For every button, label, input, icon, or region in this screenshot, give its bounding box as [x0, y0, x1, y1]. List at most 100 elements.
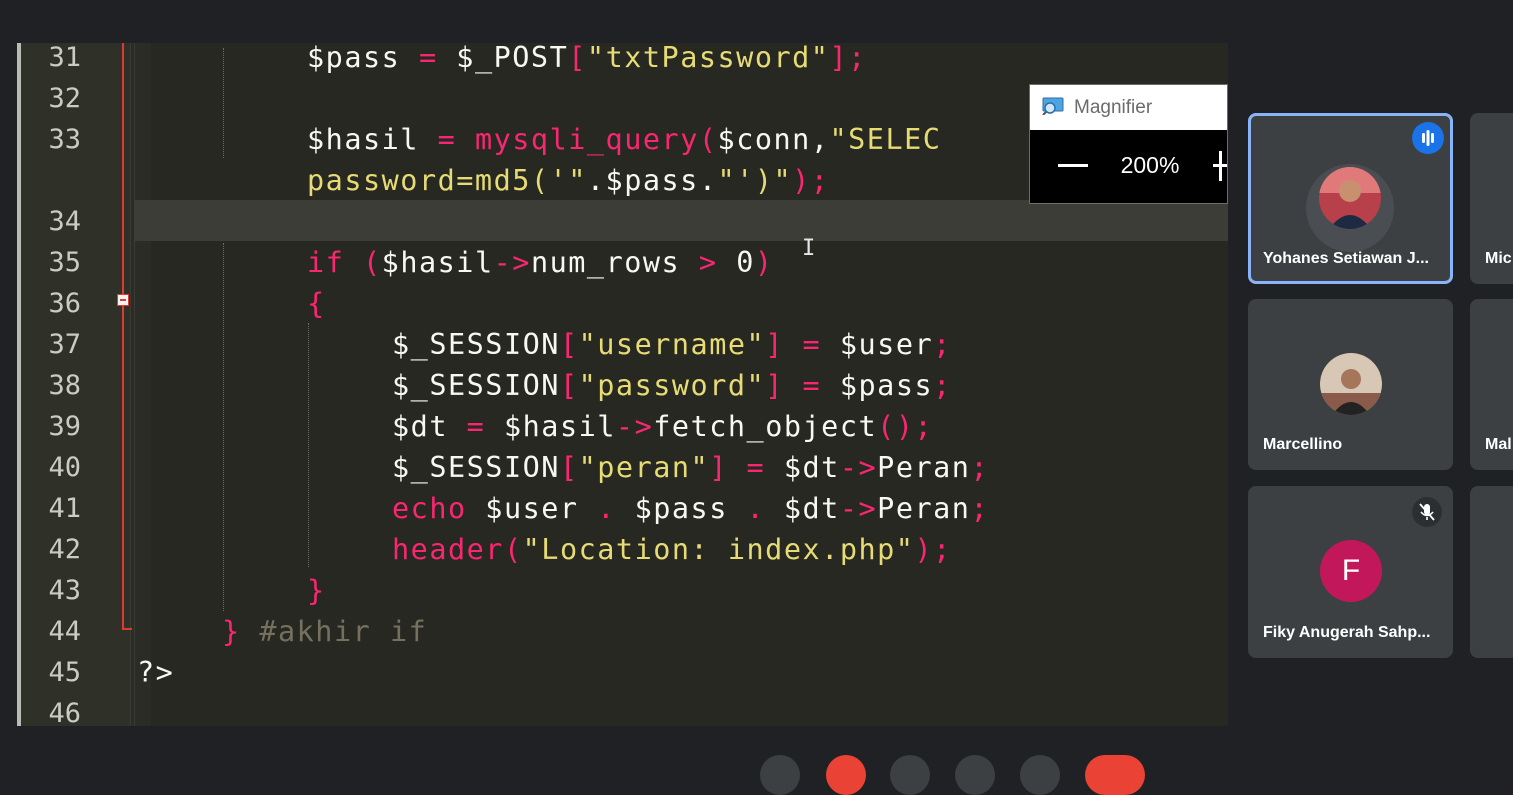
code-token: "')" [717, 164, 793, 197]
code-token: $_SESSION [392, 451, 560, 484]
zoom-in-icon-vertical [1219, 151, 1222, 181]
code-token: ] = [765, 369, 840, 402]
code-token: $pass [307, 43, 419, 74]
code-token: -> [493, 246, 531, 279]
code-line: 45 ?> [17, 652, 1228, 693]
zoom-out-icon[interactable] [1058, 164, 1088, 167]
code-token: -> [615, 410, 654, 443]
code-line: 40 $_SESSION["peran"] = $dt->Peran; [17, 447, 1228, 488]
code-token: . [597, 492, 616, 525]
line-number: 44 [48, 616, 81, 647]
line-number: 39 [48, 411, 81, 442]
code-token: $dt [783, 451, 840, 484]
participant-name: Mic [1485, 250, 1512, 267]
code-token: . [746, 492, 766, 525]
code-line: 44} #akhir if [17, 611, 1228, 652]
code-token: $dt [765, 492, 840, 525]
code-line: 46 [17, 693, 1228, 726]
avatar [1320, 353, 1382, 415]
code-text: $_SESSION["peran"] = $dt->Peran; [392, 447, 989, 488]
line-number: 37 [48, 329, 81, 360]
code-token: $user [466, 492, 598, 525]
code-token: $pass [615, 492, 747, 525]
code-token: > [698, 246, 718, 279]
line-number: 33 [48, 124, 81, 155]
participant-tile[interactable]: Mic [1470, 113, 1513, 284]
code-token: $hasil [381, 246, 494, 279]
code-text: if ($hasil->num_rows > 0) [307, 242, 774, 283]
code-token: #akhir if [240, 615, 428, 648]
participant-tile[interactable] [1470, 486, 1513, 658]
code-token: } [222, 615, 241, 648]
code-token: $pass [839, 369, 934, 402]
code-token: $hasil [307, 123, 438, 156]
code-line: 34 [17, 201, 1228, 242]
leave-call-button[interactable] [1085, 755, 1145, 795]
text-cursor-icon: I [802, 236, 816, 261]
code-token: $dt [392, 410, 467, 443]
magnifier-title: Magnifier [1074, 97, 1153, 118]
code-token: ; [933, 369, 952, 402]
participant-tile[interactable]: Mal [1470, 299, 1513, 470]
avatar: F [1320, 540, 1382, 602]
code-token: 0 [717, 246, 755, 279]
code-token: (); [877, 410, 934, 443]
code-token: fetch_object [653, 410, 878, 443]
code-token: .$pass. [586, 164, 718, 197]
code-token: ; [970, 492, 990, 525]
mic-muted-icon [1412, 497, 1442, 527]
code-token: = [466, 410, 486, 443]
code-token: [ [559, 328, 579, 361]
code-text: $_SESSION["username"] = $user; [392, 324, 952, 365]
code-line: 38 $_SESSION["password"] = $pass; [17, 365, 1228, 406]
code-line: 31 $pass = $_POST["txtPassword"]; [17, 43, 1228, 78]
code-token: $conn, [717, 123, 830, 156]
control-button[interactable] [826, 755, 866, 795]
code-token: $user [839, 328, 934, 361]
line-number: 41 [48, 493, 81, 524]
code-token: "peran" [578, 451, 710, 484]
line-number: 31 [48, 43, 81, 73]
line-number: 35 [48, 247, 81, 278]
shared-screen-code-editor: 31 $pass = $_POST["txtPassword"]; 32 33 $has… [17, 43, 1228, 726]
magnifier-titlebar[interactable]: Magnifier [1030, 85, 1227, 130]
code-token: = [437, 123, 457, 156]
participant-tile[interactable]: Marcellino [1248, 299, 1453, 470]
code-line: 36 { [17, 283, 1228, 324]
code-token: [ [559, 369, 579, 402]
code-text: } [307, 570, 326, 611]
participant-tile[interactable]: Yohanes Setiawan J... [1248, 113, 1453, 284]
control-button[interactable] [760, 755, 800, 795]
code-token: [ [568, 43, 587, 74]
code-text: $_SESSION["password"] = $pass; [392, 365, 952, 406]
magnifier-app-icon [1042, 97, 1064, 115]
code-token: } [307, 574, 326, 607]
code-token: ( [344, 246, 382, 279]
code-token: num_rows [530, 246, 699, 279]
code-line: 42 header("Location: index.php"); [17, 529, 1228, 570]
participant-tile[interactable]: F Fiky Anugerah Sahp... [1248, 486, 1453, 658]
code-line: 37 $_SESSION["username"] = $user; [17, 324, 1228, 365]
code-token: "txtPassword" [586, 43, 830, 74]
control-button[interactable] [1020, 755, 1060, 795]
code-token: ) [754, 246, 774, 279]
magnifier-window[interactable]: Magnifier 200% [1029, 84, 1228, 204]
code-token: password=md5('" [307, 164, 587, 197]
line-number: 45 [48, 657, 81, 688]
code-token: -> [839, 492, 878, 525]
code-token: $hasil [485, 410, 616, 443]
code-token: "username" [578, 328, 766, 361]
code-text: header("Location: index.php"); [392, 529, 952, 570]
participant-name: Mal [1485, 436, 1512, 453]
code-text: ?> [137, 652, 174, 693]
code-token: header [392, 533, 504, 566]
code-text: $pass = $_POST["txtPassword"]; [307, 43, 867, 78]
code-token: ] = [709, 451, 784, 484]
code-text: password=md5('".$pass."')"); [307, 160, 829, 201]
code-token: -> [839, 451, 878, 484]
control-button[interactable] [890, 755, 930, 795]
control-button[interactable] [955, 755, 995, 795]
line-number: 34 [48, 206, 81, 237]
code-token: ]; [829, 43, 867, 74]
